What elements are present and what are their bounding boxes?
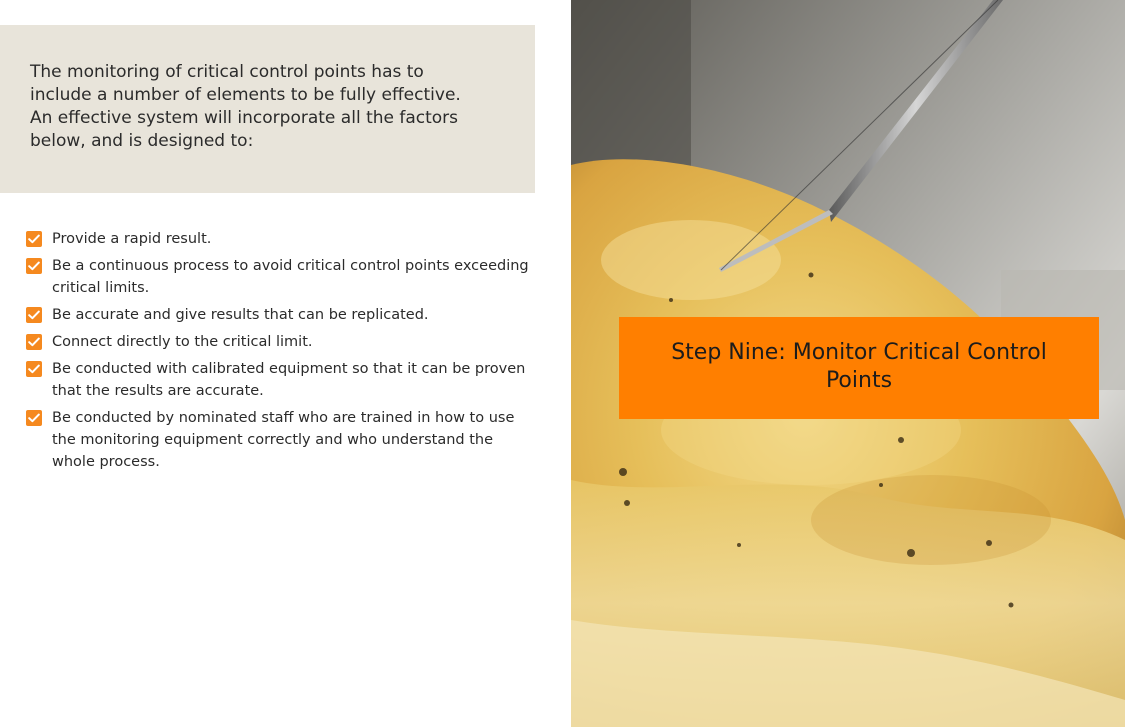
list-item: Connect directly to the critical limit. xyxy=(26,331,534,353)
checkbox-checked-icon xyxy=(26,361,42,377)
step-title-banner: Step Nine: Monitor Critical Control Poin… xyxy=(619,317,1099,419)
list-item-text: Provide a rapid result. xyxy=(52,231,212,247)
list-item: Be accurate and give results that can be… xyxy=(26,304,534,326)
list-item: Be a continuous process to avoid critica… xyxy=(26,255,534,299)
list-item-text: Be accurate and give results that can be… xyxy=(52,307,429,323)
checkbox-checked-icon xyxy=(26,258,42,274)
list-item: Be conducted with calibrated equipment s… xyxy=(26,358,534,402)
intro-text: The monitoring of critical control point… xyxy=(30,62,461,151)
step-title: Step Nine: Monitor Critical Control Poin… xyxy=(671,340,1047,393)
checkbox-checked-icon xyxy=(26,231,42,247)
checkbox-checked-icon xyxy=(26,307,42,323)
list-item-text: Be conducted by nominated staff who are … xyxy=(52,410,515,470)
list-item-text: Connect directly to the critical limit. xyxy=(52,334,313,350)
list-item-text: Be a continuous process to avoid critica… xyxy=(52,258,529,296)
list-item: Provide a rapid result. xyxy=(26,228,534,250)
checklist: Provide a rapid result. Be a continuous … xyxy=(26,228,534,478)
checkbox-checked-icon xyxy=(26,334,42,350)
checkbox-checked-icon xyxy=(26,410,42,426)
list-item-text: Be conducted with calibrated equipment s… xyxy=(52,361,526,399)
list-item: Be conducted by nominated staff who are … xyxy=(26,407,534,473)
intro-panel: The monitoring of critical control point… xyxy=(0,25,535,193)
